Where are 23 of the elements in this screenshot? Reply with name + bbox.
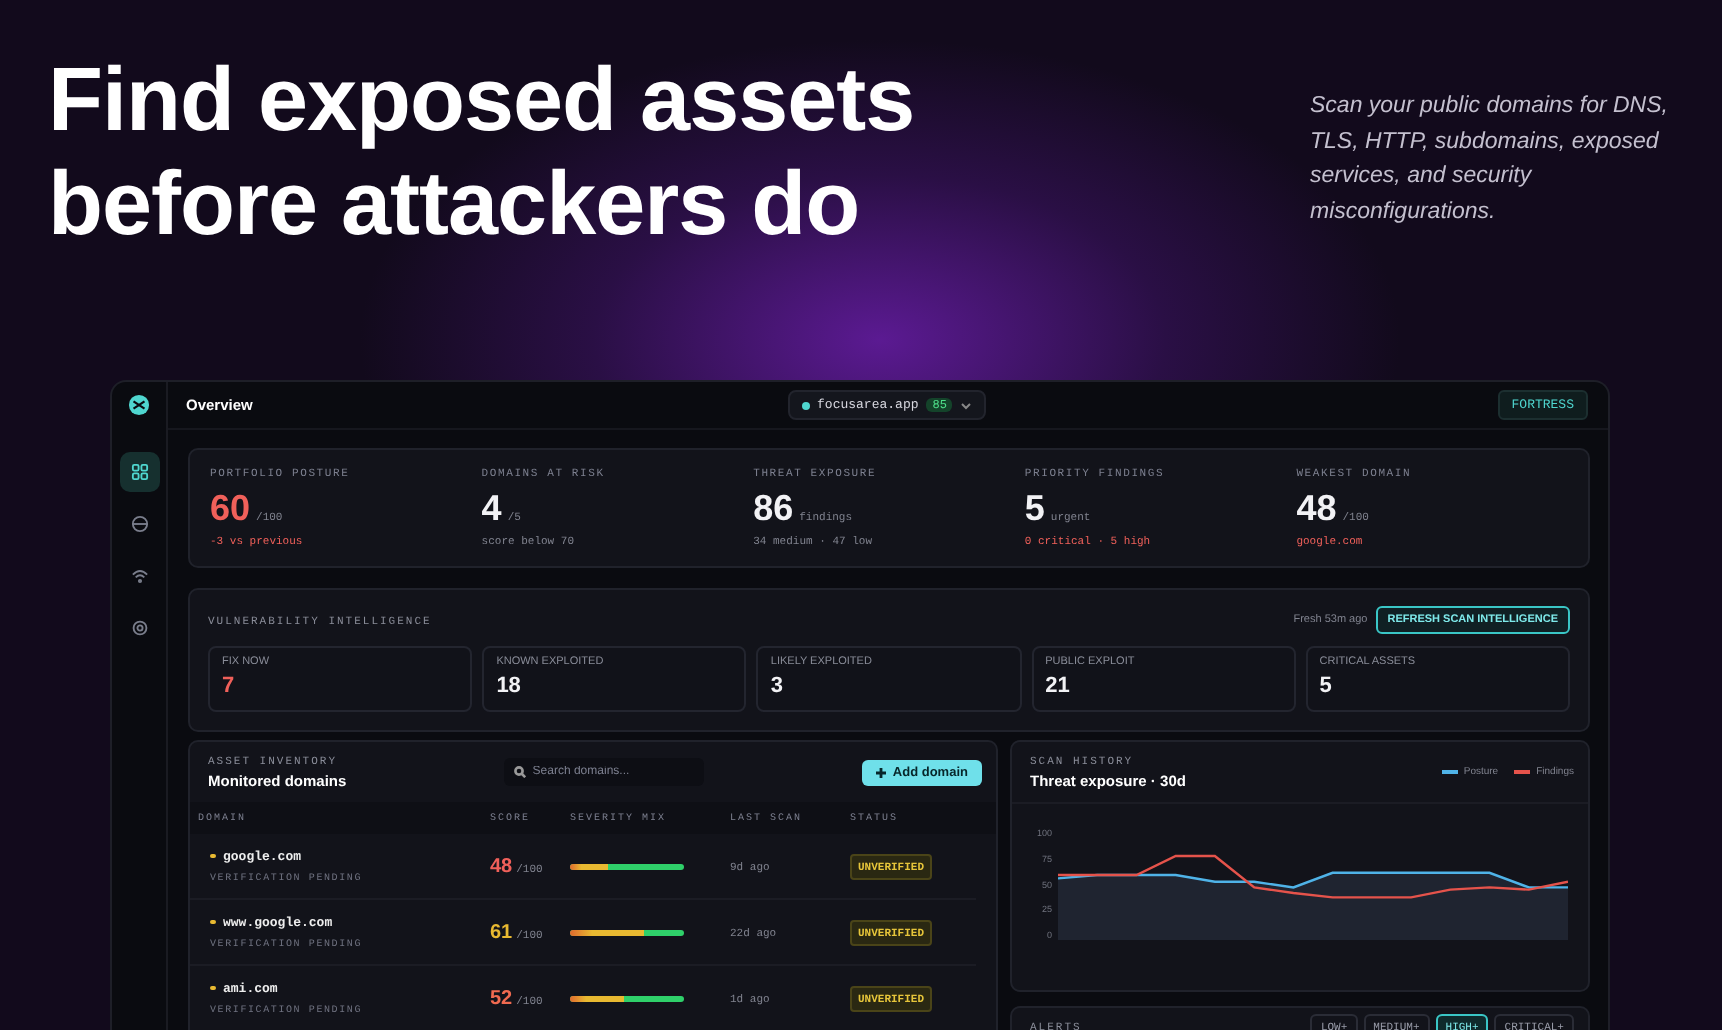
score-value: 61 — [490, 921, 513, 943]
stat-value: 5 — [1024, 488, 1045, 530]
score-value: 48 — [490, 855, 513, 877]
logo-icon — [128, 394, 150, 416]
tile-value: 3 — [770, 674, 784, 698]
tile-value: 18 — [496, 674, 521, 698]
chevron-icon — [960, 401, 973, 409]
tile-value: 5 — [1319, 674, 1332, 698]
stat-value: 4 — [481, 488, 502, 530]
headline: Find exposed assets before attackers do — [48, 48, 915, 258]
search-icon — [514, 766, 527, 778]
score-value: 52 — [490, 987, 513, 1009]
severity-bar — [570, 929, 684, 935]
plus-icon — [876, 767, 887, 777]
severity-bar — [570, 995, 684, 1001]
stat-value: 86 — [753, 488, 794, 530]
grid-icon[interactable] — [119, 452, 159, 492]
tile-value: 21 — [1045, 674, 1070, 698]
severity-bar — [570, 863, 684, 869]
stat-value: 48 — [1296, 488, 1337, 530]
stat-value: 60 — [210, 488, 251, 530]
tile-value: 7 — [222, 674, 235, 698]
hero-description: Scan your public domains for DNS, TLS, HTTP, subdomains, exposed services, and security misconfigurations. — [1310, 92, 1670, 227]
